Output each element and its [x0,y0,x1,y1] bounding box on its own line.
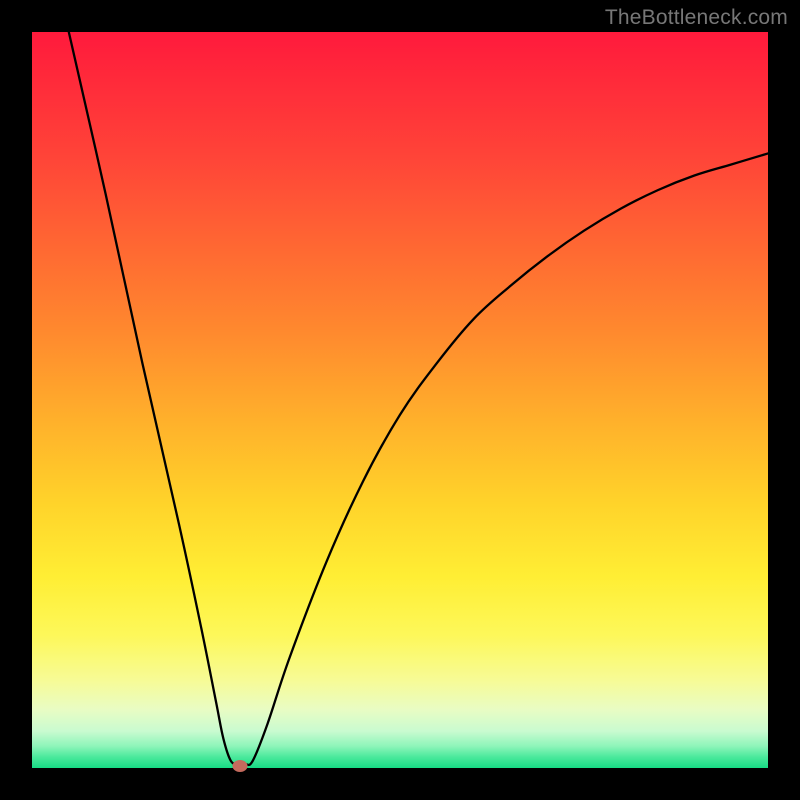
bottleneck-curve [32,32,768,768]
chart-frame: TheBottleneck.com [0,0,800,800]
plot-area [32,32,768,768]
watermark-text: TheBottleneck.com [605,6,788,30]
optimum-marker [233,760,248,772]
